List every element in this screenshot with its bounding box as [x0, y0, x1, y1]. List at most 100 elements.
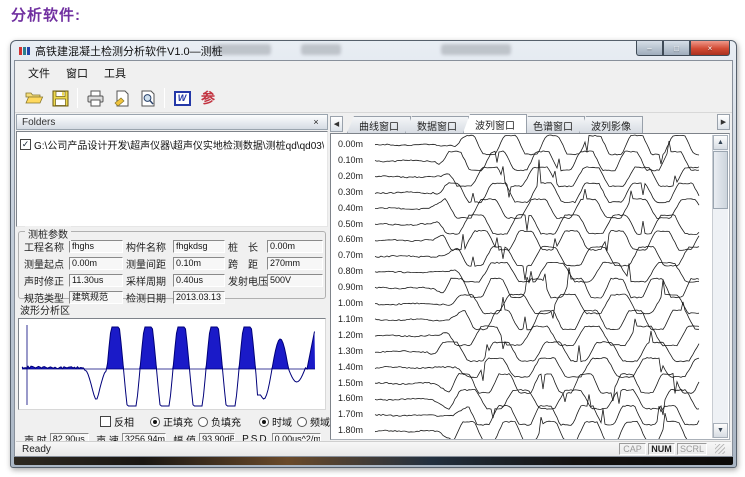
scroll-down-button[interactable]: ▼	[713, 423, 728, 438]
depth-label: 1.70m	[338, 409, 363, 419]
status-indicator-cap: CAP	[619, 443, 646, 455]
parameters-button[interactable]: 参	[195, 86, 221, 110]
negative-fill-radio[interactable]	[198, 417, 208, 427]
tab-1[interactable]: 数据窗口	[405, 116, 469, 133]
tabbar: ◀ 曲线窗口数据窗口波列窗口色谱窗口波列影像 ▶	[330, 114, 730, 133]
depth-label: 0.30m	[338, 187, 363, 197]
tab-3[interactable]: 色谱窗口	[521, 116, 585, 133]
screen: 分析软件: 高铁建混凝土检测分析软件V1.0—测桩 – □ × 文件窗口工具	[0, 0, 745, 477]
param-label: 声时修正	[24, 273, 66, 288]
tab-scroll-right[interactable]: ▶	[717, 114, 730, 130]
maximize-button[interactable]: □	[663, 41, 690, 56]
param-label: 检测日期	[126, 290, 170, 305]
open-folder-icon	[24, 90, 44, 106]
depth-label: 0.80m	[338, 266, 363, 276]
folders-tree: ✓ G:\公司产品设计开发\超声仪器\超声仪实地检测数据\测桩qd\qd03\q…	[16, 131, 328, 227]
vertical-scrollbar[interactable]: ▲ ▼	[712, 135, 728, 438]
folder-item[interactable]: ✓ G:\公司产品设计开发\超声仪器\超声仪实地检测数据\测桩qd\qd03\q…	[20, 137, 324, 152]
folders-close-icon[interactable]: ×	[310, 117, 322, 127]
statusbar: Ready CAPNUMSCRL	[16, 441, 731, 456]
param-value-field[interactable]: 500V	[267, 274, 323, 287]
positive-fill-radio[interactable]	[150, 417, 160, 427]
folder-path: G:\公司产品设计开发\超声仪器\超声仪实地检测数据\测桩qd\qd03\qd0…	[34, 137, 324, 152]
waveform-trace-15	[375, 374, 699, 402]
depth-label: 0.00m	[338, 139, 363, 149]
word-export-button[interactable]: W	[169, 86, 195, 110]
tab-scroll-left[interactable]: ◀	[330, 116, 343, 132]
waveform-analysis-box	[18, 318, 326, 410]
depth-label: 1.60m	[338, 393, 363, 403]
pile-params-grid: 工程名称fhghs构件名称fhgkdsg桩 长0.00m测量起点0.00m测量间…	[24, 239, 321, 305]
depth-label: 1.40m	[338, 362, 363, 372]
waveform-trace-8	[375, 262, 699, 282]
param-label: 发射电压	[228, 273, 264, 288]
menu-item-1[interactable]: 窗口	[58, 62, 96, 84]
waveform-trace-12	[375, 319, 699, 349]
param-label: 构件名称	[126, 239, 170, 254]
time-domain-radio[interactable]	[259, 417, 269, 427]
param-char-icon: 参	[201, 88, 215, 108]
depth-label: 0.10m	[338, 155, 363, 165]
print-button[interactable]	[82, 86, 108, 110]
menu-item-2[interactable]: 工具	[96, 62, 134, 84]
invert-checkbox[interactable]	[100, 416, 111, 427]
tab-0[interactable]: 曲线窗口	[347, 116, 411, 133]
scroll-up-button[interactable]: ▲	[713, 135, 728, 150]
param-value-field[interactable]: fhgkdsg	[173, 240, 225, 253]
param-value-field[interactable]: 270mm	[267, 257, 323, 270]
param-label: 桩 长	[228, 239, 264, 254]
tab-4[interactable]: 波列影像	[579, 116, 643, 133]
waveform-trace-16	[375, 389, 699, 418]
param-value-field[interactable]: 0.40us	[173, 274, 225, 287]
param-value-field[interactable]: 2013.03.13	[173, 291, 225, 304]
page-heading: 分析软件:	[11, 4, 81, 25]
waveform-trace-11	[375, 297, 699, 330]
param-value-field[interactable]: 0.10m	[173, 257, 225, 270]
folder-checkbox[interactable]: ✓	[20, 139, 31, 150]
waveform-controls: 反相 正填充 负填充 时域 频域	[16, 414, 328, 429]
param-value-field[interactable]: fhghs	[69, 240, 123, 253]
waveform-trace-6	[375, 230, 699, 251]
window-title: 高铁建混凝土检测分析软件V1.0—测桩	[35, 43, 223, 59]
depth-label: 1.80m	[338, 425, 363, 435]
left-panel: Folders × ✓ G:\公司产品设计开发\超声仪器\超声仪实地检测数据\测…	[16, 114, 328, 441]
resize-grip[interactable]	[715, 444, 725, 454]
save-button[interactable]	[47, 86, 73, 110]
depth-label: 0.60m	[338, 234, 363, 244]
waveform-trace-1	[375, 141, 699, 171]
param-value-field[interactable]: 0.00m	[69, 257, 123, 270]
minimize-button[interactable]: –	[636, 41, 663, 56]
menu-item-0[interactable]: 文件	[20, 62, 58, 84]
tab-2[interactable]: 波列窗口	[463, 114, 527, 133]
param-label: 跨 距	[228, 256, 264, 271]
param-label: 工程名称	[24, 239, 66, 254]
caption-buttons: – □ ×	[636, 41, 730, 56]
client-area: Folders × ✓ G:\公司产品设计开发\超声仪器\超声仪实地检测数据\测…	[15, 113, 732, 441]
scrollbar-thumb[interactable]	[713, 151, 728, 209]
depth-label: 1.00m	[338, 298, 363, 308]
open-button[interactable]	[21, 86, 47, 110]
pile-params-group: 测桩参数 工程名称fhghs构件名称fhgkdsg桩 长0.00m测量起点0.0…	[18, 231, 326, 299]
depth-label: 0.50m	[338, 219, 363, 229]
close-button[interactable]: ×	[690, 41, 730, 56]
depth-label: 1.50m	[338, 378, 363, 388]
param-value-field[interactable]: 建筑规范	[69, 291, 123, 304]
negative-fill-label: 负填充	[211, 414, 241, 429]
toolbar-separator	[164, 88, 165, 108]
status-ready: Ready	[22, 444, 51, 455]
freq-domain-radio[interactable]	[297, 417, 307, 427]
param-label: 测量间距	[126, 256, 170, 271]
depth-label: 0.90m	[338, 282, 363, 292]
depth-label: 0.20m	[338, 171, 363, 181]
param-value-field[interactable]: 11.30us	[69, 274, 123, 287]
pile-params-title: 测桩参数	[25, 226, 71, 241]
param-value-field[interactable]: 0.00m	[267, 240, 323, 253]
depth-label: 1.10m	[338, 314, 363, 324]
preview-button[interactable]	[134, 86, 160, 110]
window-titlebar[interactable]: 高铁建混凝土检测分析软件V1.0—测桩 – □ ×	[11, 41, 736, 60]
invert-label: 反相	[114, 414, 134, 429]
status-indicator-num: NUM	[648, 443, 675, 455]
waveform-trace-0	[375, 135, 699, 164]
waveform-trace-9	[375, 268, 699, 299]
report-button[interactable]	[108, 86, 134, 110]
